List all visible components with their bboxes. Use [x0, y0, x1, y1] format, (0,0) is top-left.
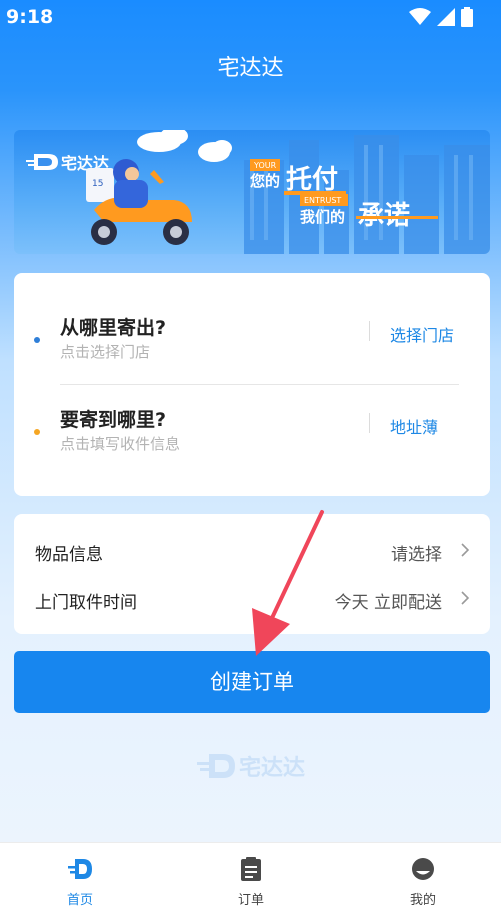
page-title: 宅达达 [217, 56, 284, 81]
shipment-info-card: 物品信息 请选择 上门取件时间 今天 立即配送 [14, 514, 490, 634]
scooter-rider-graphic: 15 [86, 159, 192, 245]
signal-icon [437, 8, 455, 26]
status-bar: 9:18 [0, 0, 501, 36]
bottom-tab-bar: 首页 订单 我的 [0, 842, 501, 906]
chevron-right-icon [461, 591, 470, 605]
slogan-prefix-1: 您的 [249, 172, 280, 190]
wifi-icon [409, 8, 431, 25]
banner-logo-icon [26, 154, 58, 170]
status-time: 9:18 [6, 6, 54, 28]
sender-address-row[interactable]: 从哪里寄出? 点击选择门店 选择门店 [14, 293, 490, 383]
watermark-text: 宅达达 [239, 755, 305, 781]
pickup-time-value: 今天 立即配送 [334, 593, 442, 613]
address-book-link[interactable]: 地址薄 [390, 414, 438, 438]
slogan-prefix-2: 我们的 [300, 208, 345, 226]
sender-title: 从哪里寄出? [60, 317, 167, 339]
sender-subtitle: 点击选择门店 [60, 343, 151, 361]
cloud-graphic [137, 130, 232, 162]
tab-profile[interactable]: 我的 [363, 843, 483, 906]
address-card: 从哪里寄出? 点击选择门店 选择门店 要寄到哪里? 点击填写收件信息 地址薄 [14, 273, 490, 496]
receiver-separator [369, 413, 370, 433]
sender-dot-icon [34, 337, 40, 343]
tab-orders-label: 订单 [237, 893, 264, 906]
slogan-main-1: 托付 [286, 165, 338, 195]
watermark-logo: 宅达达 [197, 754, 305, 781]
profile-icon [412, 858, 434, 880]
sender-separator [369, 321, 370, 341]
receiver-address-row[interactable]: 要寄到哪里? 点击填写收件信息 地址薄 [14, 385, 490, 475]
select-store-link[interactable]: 选择门店 [390, 322, 454, 346]
svg-text:15: 15 [92, 179, 103, 189]
item-info-row[interactable]: 物品信息 请选择 [14, 528, 490, 572]
tab-home[interactable]: 首页 [20, 843, 140, 906]
clipboard-icon [241, 857, 261, 881]
receiver-dot-icon [34, 429, 40, 435]
slogan-tag-2: ENTRUST [304, 196, 341, 205]
create-order-button[interactable]: 创建订单 [14, 651, 490, 713]
pickup-time-row[interactable]: 上门取件时间 今天 立即配送 [14, 576, 490, 620]
slogan-tag-1: YOUR [253, 161, 277, 170]
home-logo-icon [68, 859, 92, 879]
receiver-subtitle: 点击填写收件信息 [60, 435, 181, 453]
battery-icon [461, 7, 473, 27]
banner-illustration: 宅达达 15 YOUR 您的 托付 ENTRUST 我们的 承诺 [26, 130, 490, 254]
chevron-right-icon [461, 543, 470, 557]
promo-banner[interactable]: 宅达达 15 YOUR 您的 托付 ENTRUST 我们的 承诺 [14, 130, 490, 254]
tab-home-label: 首页 [66, 893, 93, 906]
item-info-label: 物品信息 [35, 545, 103, 565]
pickup-time-label: 上门取件时间 [35, 593, 137, 613]
tab-orders[interactable]: 订单 [191, 843, 311, 906]
status-icons [409, 7, 473, 27]
tab-profile-label: 我的 [409, 893, 436, 906]
item-info-value: 请选择 [391, 545, 442, 565]
receiver-title: 要寄到哪里? [60, 409, 167, 431]
